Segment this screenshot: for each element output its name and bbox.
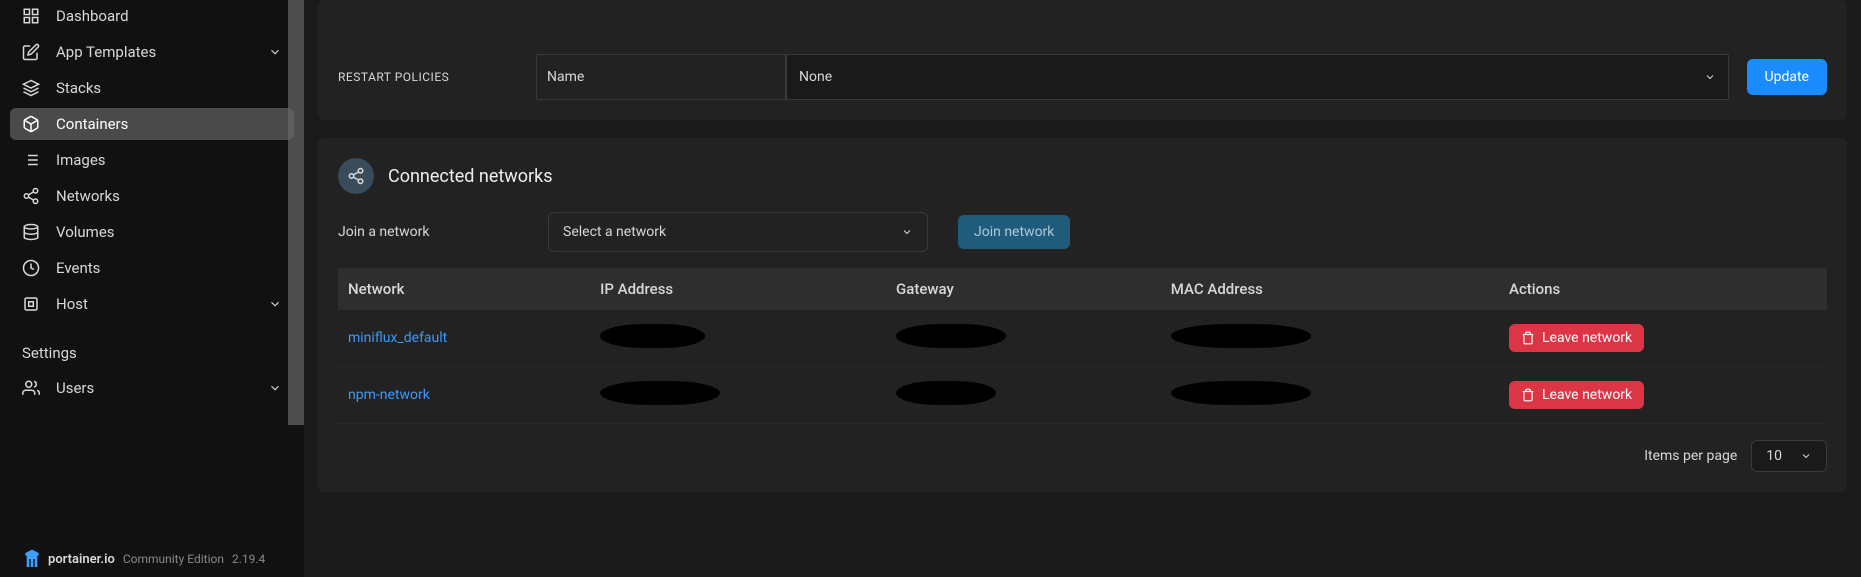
layers-icon bbox=[22, 79, 40, 97]
sidebar-item-containers[interactable]: Containers bbox=[10, 108, 294, 140]
redacted-mac bbox=[1171, 324, 1311, 348]
restart-policies-card: RESTART POLICIES Name None Update bbox=[318, 0, 1847, 120]
redacted-gateway bbox=[896, 324, 1006, 348]
col-actions: Actions bbox=[1499, 268, 1827, 310]
items-per-page-label: Items per page bbox=[1644, 448, 1737, 464]
leave-label: Leave network bbox=[1542, 330, 1632, 346]
network-link[interactable]: miniflux_default bbox=[348, 330, 447, 346]
sidebar-item-dashboard[interactable]: Dashboard bbox=[10, 0, 294, 32]
sidebar-item-label: Networks bbox=[56, 187, 282, 205]
connected-networks-card: Connected networks Join a network Select… bbox=[318, 138, 1847, 492]
clock-icon bbox=[22, 259, 40, 277]
sidebar-item-events[interactable]: Events bbox=[10, 252, 294, 284]
redacted-ip bbox=[600, 381, 720, 405]
items-per-page-select[interactable]: 10 bbox=[1751, 440, 1827, 472]
list-icon bbox=[22, 151, 40, 169]
settings-header: Settings bbox=[0, 324, 304, 372]
redacted-mac bbox=[1171, 381, 1311, 405]
network-link[interactable]: npm-network bbox=[348, 387, 430, 403]
database-icon bbox=[22, 223, 40, 241]
network-select[interactable]: Select a network bbox=[548, 212, 928, 252]
update-button[interactable]: Update bbox=[1747, 59, 1827, 95]
sidebar-item-label: Events bbox=[56, 259, 282, 277]
portainer-logo-icon bbox=[24, 549, 40, 569]
chevron-down-icon bbox=[268, 381, 282, 395]
networks-panel-icon bbox=[338, 158, 374, 194]
table-row: miniflux_default Leave network bbox=[338, 310, 1827, 367]
restart-row: RESTART POLICIES Name None Update bbox=[338, 54, 1827, 100]
sidebar-item-networks[interactable]: Networks bbox=[10, 180, 294, 212]
join-network-row: Join a network Select a network Join net… bbox=[338, 212, 1827, 252]
footer: portainer.io Community Edition 2.19.4 bbox=[0, 537, 304, 577]
chevron-down-icon bbox=[1800, 450, 1812, 462]
restart-name-header: Name bbox=[536, 54, 786, 100]
footer-edition: Community Edition bbox=[123, 552, 224, 566]
grid-icon bbox=[22, 7, 40, 25]
sidebar-item-stacks[interactable]: Stacks bbox=[10, 72, 294, 104]
redacted-ip bbox=[600, 324, 705, 348]
chevron-down-icon bbox=[268, 45, 282, 59]
leave-label: Leave network bbox=[1542, 387, 1632, 403]
panel-title: Connected networks bbox=[388, 166, 553, 187]
sidebar-item-images[interactable]: Images bbox=[10, 144, 294, 176]
sidebar-item-volumes[interactable]: Volumes bbox=[10, 216, 294, 248]
leave-network-button[interactable]: Leave network bbox=[1509, 324, 1644, 352]
sidebar-item-label: App Templates bbox=[56, 43, 252, 61]
trash-icon bbox=[1521, 331, 1535, 345]
table-row: npm-network Leave network bbox=[338, 367, 1827, 424]
chevron-down-icon bbox=[268, 297, 282, 311]
leave-network-button[interactable]: Leave network bbox=[1509, 381, 1644, 409]
networks-table: Network IP Address Gateway MAC Address A… bbox=[338, 268, 1827, 424]
col-gateway: Gateway bbox=[886, 268, 1161, 310]
col-network: Network bbox=[338, 268, 590, 310]
chevron-down-icon bbox=[901, 226, 913, 238]
restart-select-value: None bbox=[799, 69, 832, 85]
settings-section: Users bbox=[0, 372, 304, 408]
trash-icon bbox=[1521, 388, 1535, 402]
users-icon bbox=[22, 379, 40, 397]
cpu-icon bbox=[22, 295, 40, 313]
network-select-placeholder: Select a network bbox=[563, 224, 666, 240]
restart-policy-select[interactable]: None bbox=[786, 54, 1729, 100]
sidebar-item-label: Dashboard bbox=[56, 7, 282, 25]
join-network-button[interactable]: Join network bbox=[958, 215, 1070, 249]
sidebar-item-app-templates[interactable]: App Templates bbox=[10, 36, 294, 68]
sidebar-item-label: Host bbox=[56, 295, 252, 313]
sidebar-item-label: Containers bbox=[56, 115, 282, 133]
sidebar-item-users[interactable]: Users bbox=[10, 372, 294, 404]
col-mac: MAC Address bbox=[1161, 268, 1499, 310]
col-ip: IP Address bbox=[590, 268, 886, 310]
sidebar: Dashboard App Templates Stacks Container… bbox=[0, 0, 304, 577]
page-size-value: 10 bbox=[1766, 448, 1782, 464]
sidebar-item-host[interactable]: Host bbox=[10, 288, 294, 320]
box-icon bbox=[22, 115, 40, 133]
share-icon bbox=[22, 187, 40, 205]
sidebar-item-label: Volumes bbox=[56, 223, 282, 241]
footer-version: 2.19.4 bbox=[232, 552, 265, 566]
edit-icon bbox=[22, 43, 40, 61]
pagination: Items per page 10 bbox=[338, 440, 1827, 472]
panel-header: Connected networks bbox=[338, 158, 1827, 194]
restart-policies-label: RESTART POLICIES bbox=[338, 70, 518, 84]
sidebar-item-label: Images bbox=[56, 151, 282, 169]
footer-brand: portainer.io bbox=[48, 552, 115, 567]
chevron-down-icon bbox=[1704, 71, 1716, 83]
sidebar-item-label: Stacks bbox=[56, 79, 282, 97]
join-label: Join a network bbox=[338, 224, 518, 240]
sidebar-item-label: Users bbox=[56, 379, 252, 397]
scrollbar[interactable] bbox=[288, 0, 304, 425]
main-content: RESTART POLICIES Name None Update Connec… bbox=[304, 0, 1861, 577]
redacted-gateway bbox=[896, 381, 996, 405]
nav-section: Dashboard App Templates Stacks Container… bbox=[0, 0, 304, 324]
